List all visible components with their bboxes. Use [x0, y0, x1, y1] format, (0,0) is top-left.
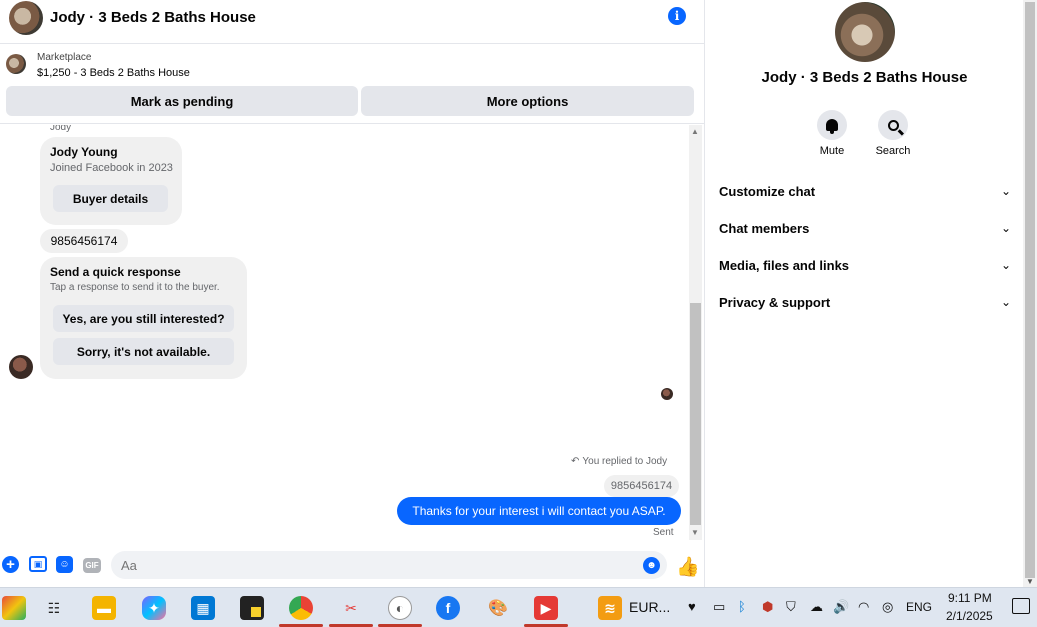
sticky-notes-icon[interactable]	[240, 596, 264, 620]
buyer-details-button[interactable]: Buyer details	[53, 185, 168, 212]
section-media-files-links[interactable]: Media, files and links ⌄	[719, 253, 1011, 277]
marketplace-label: Marketplace	[37, 52, 92, 63]
outgoing-message: Thanks for your interest i will contact …	[397, 497, 681, 525]
clock-date[interactable]: 2/1/2025	[946, 609, 993, 623]
scroll-up-arrow[interactable]: ▲	[691, 127, 699, 136]
section-customize-chat[interactable]: Customize chat ⌄	[719, 179, 1011, 203]
section-label: Privacy & support	[719, 294, 831, 310]
page-scroll-thumb[interactable]	[1025, 2, 1035, 578]
reply-indicator: ↶ You replied to Jody	[571, 456, 667, 467]
reply-icon: ↶	[571, 456, 580, 467]
quick-response-not-available[interactable]: Sorry, it's not available.	[53, 338, 234, 365]
thumbs-up-icon[interactable]: 👍	[676, 555, 700, 579]
composer: + ▣ ☺ GIF ☻ 👍	[0, 548, 704, 584]
search-button[interactable]: Search	[863, 110, 923, 157]
chrome-profile-icon[interactable]: ◐	[388, 596, 412, 620]
message-status: Sent	[653, 527, 674, 538]
seen-avatar	[661, 388, 673, 400]
network-icon[interactable]: ◎	[882, 599, 893, 615]
start-widget-icon[interactable]	[2, 596, 26, 620]
section-label: Customize chat	[719, 183, 816, 199]
buyer-profile-card: Jody Young Joined Facebook in 2023 Buyer…	[40, 137, 182, 225]
volume-icon[interactable]: 🔊	[833, 599, 849, 615]
emoji-icon[interactable]: ☻	[643, 557, 660, 574]
section-chat-members[interactable]: Chat members ⌄	[719, 216, 1011, 240]
chat-scroll-thumb[interactable]	[690, 303, 701, 525]
notification-badge-icon[interactable]: ♥	[688, 599, 696, 614]
app-window-icon[interactable]: ≋	[598, 596, 622, 620]
section-label: Media, files and links	[719, 257, 850, 273]
quick-response-card: Send a quick response Tap a response to …	[40, 257, 247, 379]
page-scrollbar[interactable]: ▼	[1023, 0, 1037, 587]
panel-chat-name: Jody · 3 Beds 2 Baths House	[761, 69, 968, 86]
sender-avatar[interactable]	[9, 355, 33, 379]
chevron-down-icon: ⌄	[1000, 258, 1011, 272]
taskbar: ☷ ▬ ✦ ▦ ✂ ◐ f 🎨 ▶ ≋ EUR... ♥ ▭ ᛒ ⬢ ⛉ ☁ 🔊…	[0, 587, 1037, 627]
chat-avatar[interactable]	[9, 1, 43, 35]
listing-title[interactable]: $1,250 - 3 Beds 2 Baths House	[37, 67, 190, 79]
chevron-down-icon: ⌄	[1000, 295, 1011, 309]
language-indicator[interactable]: ENG	[906, 600, 932, 614]
mute-button[interactable]: Mute	[802, 110, 862, 157]
chat-scrollbar[interactable]: ▲ ▼	[689, 125, 702, 540]
screen: Jody · 3 Beds 2 Baths House i Marketplac…	[0, 0, 1037, 627]
chat-header: Jody · 3 Beds 2 Baths House i	[0, 0, 704, 44]
chevron-down-icon: ⌄	[1000, 221, 1011, 235]
plus-icon[interactable]: +	[2, 556, 19, 573]
chevron-down-icon: ⌄	[1000, 184, 1011, 198]
message-list: Jody Jody Young Joined Facebook in 2023 …	[0, 125, 704, 540]
bell-icon	[826, 119, 838, 134]
sticker-icon[interactable]: ☺	[56, 556, 73, 573]
scroll-down-arrow[interactable]: ▼	[691, 528, 699, 537]
sender-name: Jody	[50, 125, 72, 133]
chat-window: Jody · 3 Beds 2 Baths House i Marketplac…	[0, 0, 704, 587]
youtube-icon[interactable]: ▶	[534, 596, 558, 620]
marketplace-banner: Marketplace $1,250 - 3 Beds 2 Baths Hous…	[0, 44, 704, 124]
quick-response-title: Send a quick response	[50, 265, 181, 279]
chrome-icon[interactable]	[289, 596, 313, 620]
section-privacy-support[interactable]: Privacy & support ⌄	[719, 290, 1011, 314]
shield-icon[interactable]: ⛉	[786, 599, 796, 615]
panel-avatar[interactable]	[835, 2, 895, 62]
file-explorer-icon[interactable]: ▬	[92, 596, 116, 620]
bluetooth-icon[interactable]: ᛒ	[738, 599, 746, 614]
message-input[interactable]	[111, 551, 667, 579]
clock-time[interactable]: 9:11 PM	[948, 591, 992, 605]
security-icon[interactable]: ⬢	[762, 599, 773, 615]
section-label: Chat members	[719, 220, 810, 236]
search-label: Search	[875, 145, 911, 157]
store-icon[interactable]: ▦	[191, 596, 215, 620]
battery-icon[interactable]: ▭	[713, 599, 725, 615]
chat-title[interactable]: Jody · 3 Beds 2 Baths House	[50, 9, 256, 26]
wifi-icon[interactable]: ◠	[858, 599, 869, 615]
buyer-name: Jody Young	[50, 145, 118, 159]
snipping-tool-icon[interactable]: ✂	[339, 596, 363, 620]
quoted-message[interactable]: 9856456174	[604, 475, 679, 497]
info-icon[interactable]: i	[668, 7, 686, 25]
search-icon	[887, 119, 899, 131]
chat-info-panel: Jody · 3 Beds 2 Baths House Mute Search …	[704, 0, 1023, 587]
notification-center-icon[interactable]	[1012, 598, 1030, 614]
quick-response-still-interested[interactable]: Yes, are you still interested?	[53, 305, 234, 332]
copilot-icon[interactable]: ✦	[142, 596, 166, 620]
paint-icon[interactable]: 🎨	[486, 596, 510, 620]
photo-icon[interactable]: ▣	[29, 556, 47, 572]
facebook-icon[interactable]: f	[436, 596, 460, 620]
gif-icon[interactable]: GIF	[83, 558, 101, 573]
incoming-message: 9856456174	[40, 229, 128, 253]
quick-response-subtitle: Tap a response to send it to the buyer.	[50, 282, 220, 293]
buyer-joined: Joined Facebook in 2023	[50, 162, 173, 174]
mute-label: Mute	[819, 145, 845, 157]
more-options-button[interactable]: More options	[361, 86, 694, 116]
listing-thumbnail[interactable]	[6, 54, 26, 74]
app-window-label[interactable]: EUR...	[629, 599, 670, 615]
reply-text: You replied to Jody	[582, 456, 668, 467]
mark-as-pending-button[interactable]: Mark as pending	[6, 86, 358, 116]
page-scroll-down-arrow[interactable]: ▼	[1026, 577, 1034, 586]
cloud-off-icon[interactable]: ☁	[810, 599, 823, 615]
task-view-icon[interactable]: ☷	[42, 596, 66, 620]
